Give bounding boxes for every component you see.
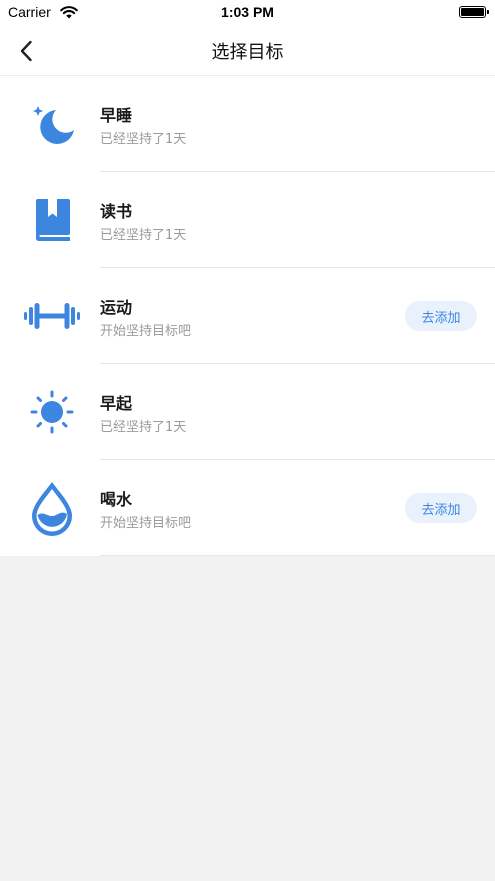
page-title: 选择目标	[211, 42, 284, 63]
sun-icon	[22, 382, 82, 442]
goal-name: 喝水	[100, 490, 133, 509]
water-drop-icon	[22, 478, 82, 538]
goal-name: 运动	[100, 298, 133, 317]
battery-icon	[459, 6, 489, 18]
goal-item-reading[interactable]: 读书 已经坚持了1天	[0, 172, 495, 268]
add-goal-button[interactable]: 去添加	[405, 301, 477, 331]
goal-item-exercise[interactable]: 运动 开始坚持目标吧 去添加	[0, 268, 495, 364]
goal-list: 早睡 已经坚持了1天 读书 已经坚持了1天 运动 开始坚持目标吧 去添加 早起 …	[0, 76, 495, 556]
goal-subtitle: 开始坚持目标吧	[100, 324, 192, 339]
status-bar: Carrier 1:03 PM	[0, 0, 495, 26]
goal-item-wake-early[interactable]: 早起 已经坚持了1天	[0, 364, 495, 460]
add-goal-button[interactable]: 去添加	[405, 493, 477, 523]
nav-bar: 选择目标	[0, 26, 495, 76]
goal-item-drink-water[interactable]: 喝水 开始坚持目标吧 去添加	[0, 460, 495, 556]
goal-subtitle: 开始坚持目标吧	[100, 516, 192, 531]
goal-item-sleep-early[interactable]: 早睡 已经坚持了1天	[0, 76, 495, 172]
moon-stars-icon	[22, 94, 82, 154]
goal-name: 读书	[100, 202, 133, 221]
status-time: 1:03 PM	[221, 4, 274, 20]
book-icon	[22, 190, 82, 250]
goal-subtitle: 已经坚持了1天	[100, 420, 187, 435]
goal-subtitle: 已经坚持了1天	[100, 132, 187, 147]
dumbbell-icon	[22, 286, 82, 346]
goal-name: 早起	[100, 394, 133, 413]
goal-name: 早睡	[100, 106, 133, 125]
goal-subtitle: 已经坚持了1天	[100, 228, 187, 243]
